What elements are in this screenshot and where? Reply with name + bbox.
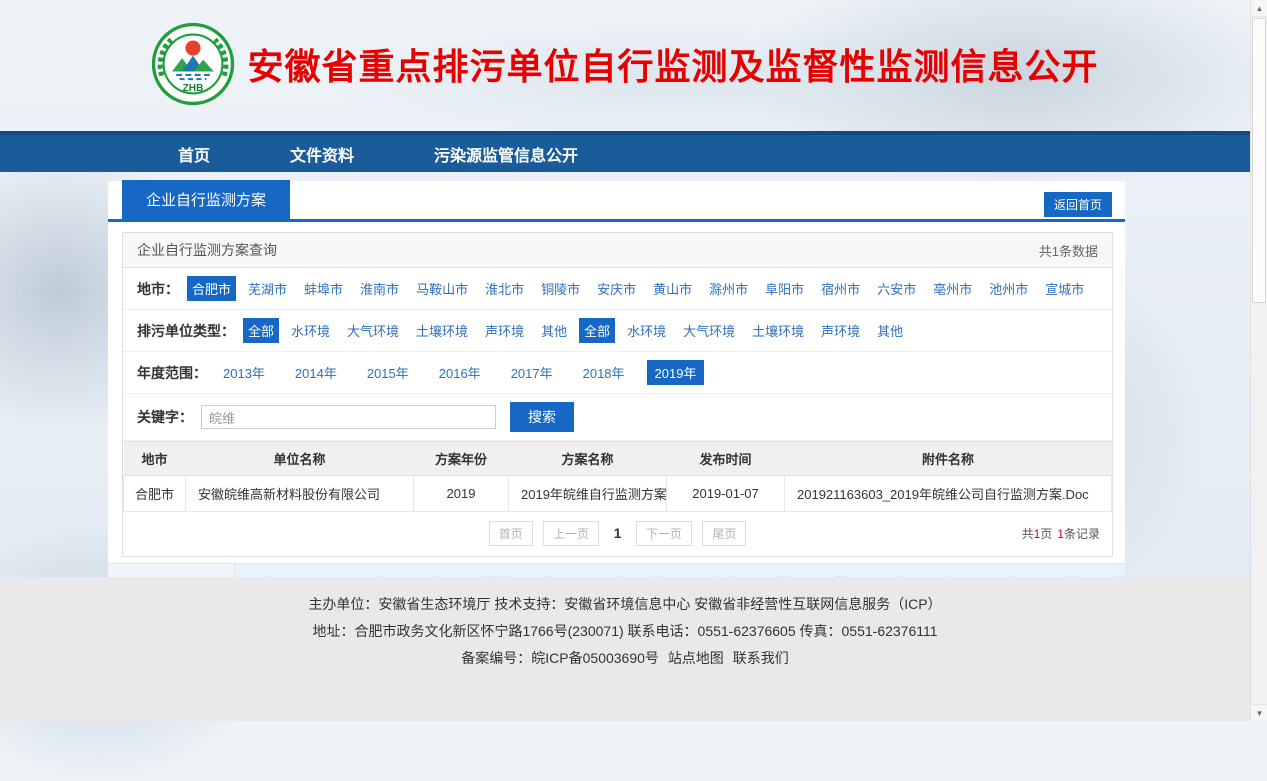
- year-filter-option[interactable]: 2018年: [575, 360, 633, 385]
- keyword-input[interactable]: [201, 405, 496, 429]
- city-filter-option[interactable]: 亳州市: [928, 276, 977, 301]
- back-home-button[interactable]: 返回首页: [1044, 192, 1112, 217]
- footer-icp-number: 备案编号：皖ICP备05003690号: [461, 650, 659, 666]
- type-filter-label: 排污单位类型：: [137, 321, 235, 341]
- contact-us-link[interactable]: 联系我们: [733, 650, 789, 666]
- content-wrapper: 企业自行监测方案 返回首页 企业自行监测方案查询 共1条数据 地市： 合肥市芜湖…: [108, 181, 1125, 577]
- city-filter-option[interactable]: 蚌埠市: [299, 276, 348, 301]
- city-filter-option[interactable]: 黄山市: [648, 276, 697, 301]
- city-filter-option[interactable]: 马鞍山市: [411, 276, 473, 301]
- search-button[interactable]: 搜索: [510, 402, 574, 432]
- city-filter-option[interactable]: 宿州市: [816, 276, 865, 301]
- query-panel-header: 企业自行监测方案查询 共1条数据: [123, 233, 1112, 268]
- nav-item[interactable]: 文件资料: [290, 142, 354, 166]
- scroll-up-arrow-icon[interactable]: ▲: [1251, 0, 1267, 17]
- table-header-cell: 方案年份: [414, 442, 509, 476]
- city-filter-option[interactable]: 宣城市: [1040, 276, 1089, 301]
- city-filter-option[interactable]: 滁州市: [704, 276, 753, 301]
- page-title: 安徽省重点排污单位自行监测及监督性监测信息公开: [247, 38, 1098, 90]
- table-row: 合肥市 安徽皖维高新材料股份有限公司 2019 2019年皖维自行监测方案 20…: [124, 476, 1112, 512]
- city-filter-label: 地市：: [137, 279, 179, 299]
- type-filter-option[interactable]: 大气环境: [678, 318, 740, 343]
- city-filter-option[interactable]: 淮南市: [355, 276, 404, 301]
- year-filter-label: 年度范围：: [137, 363, 207, 383]
- city-filter-option[interactable]: 合肥市: [187, 276, 236, 301]
- table-header-row: 地市单位名称方案年份方案名称发布时间附件名称: [124, 442, 1112, 476]
- vertical-scrollbar[interactable]: ▲ ▼: [1250, 0, 1267, 721]
- type-filter-option[interactable]: 其他: [536, 318, 572, 343]
- query-title: 企业自行监测方案查询: [137, 240, 277, 260]
- type-filter-option[interactable]: 声环境: [816, 318, 865, 343]
- footer-icp-line: 备案编号：皖ICP备05003690号 站点地图 联系我们: [0, 648, 1250, 668]
- pagination-summary: 共1页1条记录: [1022, 525, 1100, 542]
- pagination-last-button[interactable]: 尾页: [702, 521, 746, 546]
- zhb-environment-logo-icon: ZHB: [151, 22, 235, 106]
- city-filter-row: 地市： 合肥市芜湖市蚌埠市淮南市马鞍山市淮北市铜陵市安庆市黄山市滁州市阜阳市宿州…: [123, 268, 1112, 310]
- sitemap-link[interactable]: 站点地图: [668, 650, 724, 666]
- logo-text: ZHB: [183, 83, 204, 94]
- table-header-cell: 单位名称: [186, 442, 414, 476]
- year-filter-option[interactable]: 2019年: [647, 360, 705, 385]
- type-filter-option[interactable]: 大气环境: [342, 318, 404, 343]
- page-footer: 主办单位：安徽省生态环境厅 技术支持：安徽省环境信息中心 安徽省非经营性互联网信…: [0, 577, 1250, 721]
- tab-enterprise-self-monitoring-plan[interactable]: 企业自行监测方案: [122, 180, 290, 219]
- type-filter-option[interactable]: 其他: [872, 318, 908, 343]
- nav-item[interactable]: 首页: [178, 142, 210, 166]
- cell-attachment-name[interactable]: 201921163603_2019年皖维公司自行监测方案.Doc: [785, 476, 1112, 512]
- pagination-prev-button[interactable]: 上一页: [543, 521, 599, 546]
- tab-bar: 企业自行监测方案 返回首页: [108, 181, 1125, 222]
- type-filter-option[interactable]: 全部: [243, 318, 279, 343]
- type-filter-option[interactable]: 水环境: [286, 318, 335, 343]
- table-header-cell: 地市: [124, 442, 186, 476]
- city-filter-option[interactable]: 淮北市: [480, 276, 529, 301]
- pagination: 首页 上一页 1 下一页 尾页 共1页1条记录: [123, 512, 1112, 556]
- city-filter-option[interactable]: 铜陵市: [536, 276, 585, 301]
- cell-city: 合肥市: [124, 476, 186, 512]
- table-header-cell: 发布时间: [667, 442, 785, 476]
- type-filter-option[interactable]: 土壤环境: [411, 318, 473, 343]
- query-panel: 企业自行监测方案查询 共1条数据 地市： 合肥市芜湖市蚌埠市淮南市马鞍山市淮北市…: [122, 232, 1113, 557]
- cell-publish-date: 2019-01-07: [667, 476, 785, 512]
- nav-item[interactable]: 污染源监管信息公开: [434, 142, 578, 166]
- city-filter-option[interactable]: 六安市: [872, 276, 921, 301]
- type-filter-option[interactable]: 声环境: [480, 318, 529, 343]
- year-filter-option[interactable]: 2014年: [287, 360, 345, 385]
- scrollbar-thumb[interactable]: [1252, 18, 1266, 303]
- cell-plan-year: 2019: [414, 476, 509, 512]
- city-filter-option[interactable]: 芜湖市: [243, 276, 292, 301]
- pagination-next-button[interactable]: 下一页: [636, 521, 692, 546]
- cell-company-name: 安徽皖维高新材料股份有限公司: [186, 476, 414, 512]
- table-header-cell: 附件名称: [785, 442, 1112, 476]
- year-filter-option[interactable]: 2017年: [503, 360, 561, 385]
- cell-plan-name: 2019年皖维自行监测方案: [509, 476, 667, 512]
- year-filter-row: 年度范围： 2013年 2014年 2015年 2016年 2017年 2018年 2019…: [123, 352, 1112, 394]
- site-header: ZHB 安徽省重点排污单位自行监测及监督性监测信息公开: [0, 0, 1250, 131]
- type-filter-option[interactable]: 全部: [579, 318, 615, 343]
- footer-organizer-line: 主办单位：安徽省生态环境厅 技术支持：安徽省环境信息中心 安徽省非经营性互联网信…: [0, 594, 1250, 614]
- year-filter-option[interactable]: 2013年: [215, 360, 273, 385]
- year-filter-option[interactable]: 2016年: [431, 360, 489, 385]
- type-filter-row: 排污单位类型： 全部水环境大气环境土壤环境声环境其他全部水环境大气环境土壤环境声…: [123, 310, 1112, 352]
- year-filter-option[interactable]: 2015年: [359, 360, 417, 385]
- footer-address-line: 地址：合肥市政务文化新区怀宁路1766号(230071) 联系电话：0551-6…: [0, 621, 1250, 641]
- main-navbar: 首页 文件资料 污染源监管信息公开: [0, 131, 1250, 172]
- keyword-row: 关键字： 搜索: [123, 394, 1112, 441]
- result-count: 共1条数据: [1039, 241, 1098, 260]
- pagination-first-button[interactable]: 首页: [489, 521, 533, 546]
- city-filter-option[interactable]: 阜阳市: [760, 276, 809, 301]
- city-filter-option[interactable]: 安庆市: [592, 276, 641, 301]
- scroll-down-arrow-icon[interactable]: ▼: [1251, 704, 1267, 721]
- results-table: 地市单位名称方案年份方案名称发布时间附件名称 合肥市 安徽皖维高新材料股份有限公…: [123, 441, 1112, 512]
- table-header-cell: 方案名称: [509, 442, 667, 476]
- type-filter-option[interactable]: 水环境: [622, 318, 671, 343]
- type-filter-option[interactable]: 土壤环境: [747, 318, 809, 343]
- pagination-current-page: 1: [614, 525, 622, 541]
- keyword-label: 关键字：: [137, 407, 193, 427]
- city-filter-option[interactable]: 池州市: [984, 276, 1033, 301]
